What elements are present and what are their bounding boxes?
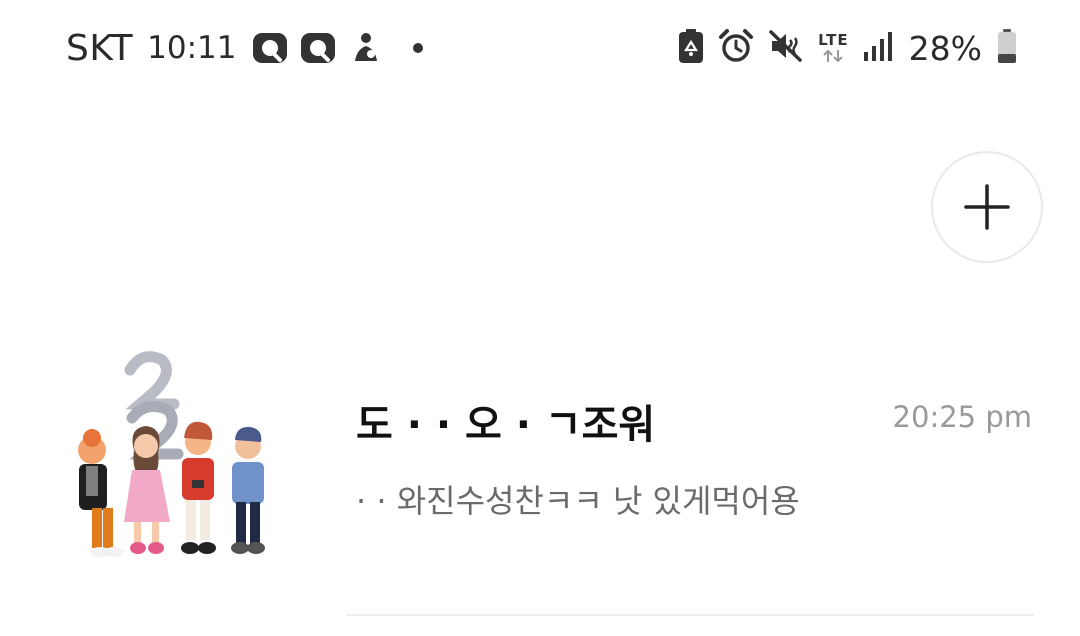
chat-title: 도 · · 오 · ㄱ조워 xyxy=(356,402,656,448)
battery-saver-icon xyxy=(678,28,704,68)
list-divider xyxy=(346,614,1034,616)
status-right: LTE 28% xyxy=(678,26,1018,70)
screen: SKT 10:11 LTE 28% 도 · · 오 · ㄱ조워 20:25 pm… xyxy=(0,0,1080,636)
status-bar: SKT 10:11 LTE 28% xyxy=(0,0,1080,96)
clock: 10:11 xyxy=(147,30,237,66)
lte-icon: LTE xyxy=(818,30,849,64)
group-avatar-icon xyxy=(70,342,280,562)
lte-label: LTE xyxy=(818,30,849,49)
signal-icon xyxy=(863,30,893,66)
chat-timestamp: 20:25 pm xyxy=(892,400,1032,434)
plus-icon xyxy=(964,184,1010,230)
carrier-label: SKT xyxy=(66,27,134,69)
talk-icon xyxy=(251,29,289,67)
mute-icon xyxy=(768,28,804,68)
more-dot-icon xyxy=(412,43,423,53)
chat-list-item[interactable]: 도 · · 오 · ㄱ조워 20:25 pm · · 와진수성찬ㅋㅋ 낫 있게먹… xyxy=(0,330,1080,620)
alarm-icon xyxy=(718,28,754,68)
status-left: SKT 10:11 xyxy=(66,26,423,70)
person-icon xyxy=(347,29,385,67)
battery-icon xyxy=(996,28,1018,68)
chat-last-message: · · 와진수성찬ㅋㅋ 낫 있게먹어용 xyxy=(356,482,800,520)
battery-percent: 28% xyxy=(908,28,982,68)
talk-icon xyxy=(299,29,337,67)
add-chat-button[interactable] xyxy=(931,151,1043,263)
